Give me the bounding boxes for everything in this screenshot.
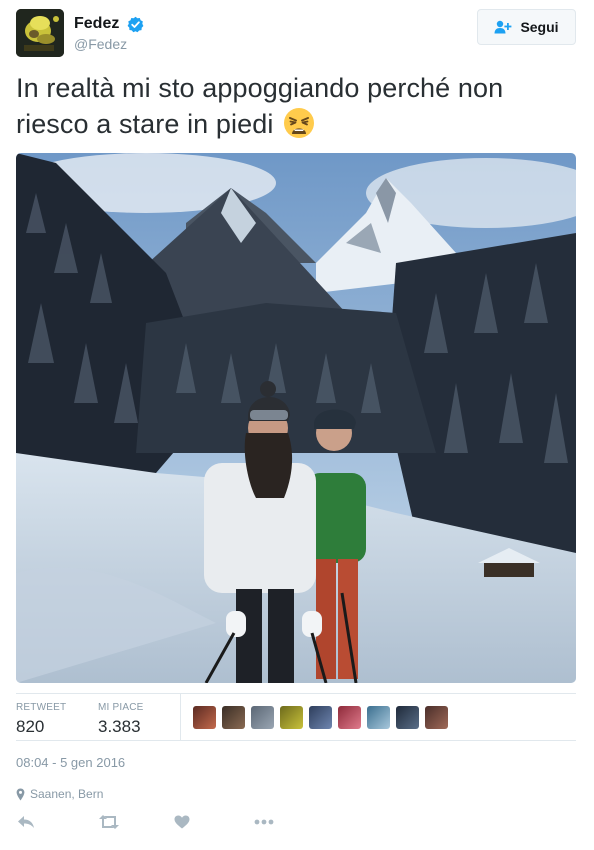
retweet-label: RETWEET: [16, 702, 67, 713]
display-name[interactable]: Fedez: [74, 15, 119, 33]
stats-divider: [180, 694, 181, 740]
reply-icon[interactable]: [16, 815, 36, 829]
tweet-actions: [16, 812, 275, 832]
liker-avatar[interactable]: [251, 706, 274, 729]
follow-button[interactable]: Segui: [477, 9, 576, 45]
tweet-location[interactable]: Saanen, Bern: [16, 787, 103, 801]
tweet-header: Fedez @Fedez Segui: [16, 9, 576, 59]
likes-count: 3.383: [98, 717, 141, 736]
tweet-stats: RETWEET 820 MI PIACE 3.383: [16, 693, 576, 741]
follow-button-label: Segui: [520, 19, 559, 35]
liker-avatar[interactable]: [367, 706, 390, 729]
liker-avatar[interactable]: [425, 706, 448, 729]
more-icon[interactable]: [253, 819, 275, 825]
tweet-timestamp[interactable]: 08:04 - 5 gen 2016: [16, 755, 125, 770]
tweet-text-body: In realtà mi sto appoggiando perché non …: [16, 73, 504, 139]
likes-stat[interactable]: MI PIACE 3.383: [98, 702, 144, 737]
retweet-count: 820: [16, 717, 45, 736]
tweet-text: In realtà mi sto appoggiando perché non …: [16, 70, 576, 142]
author-handle[interactable]: @Fedez: [74, 36, 144, 52]
likers-avatars: [193, 706, 454, 729]
liker-avatar[interactable]: [338, 706, 361, 729]
tweet-photo[interactable]: [16, 153, 576, 683]
liker-avatar[interactable]: [222, 706, 245, 729]
avatar[interactable]: [16, 9, 64, 57]
liker-avatar[interactable]: [193, 706, 216, 729]
add-user-icon: [494, 20, 512, 34]
location-pin-icon: [16, 788, 25, 801]
location-text: Saanen, Bern: [30, 787, 104, 801]
liker-avatar[interactable]: [280, 706, 303, 729]
liker-avatar[interactable]: [396, 706, 419, 729]
likes-label: MI PIACE: [98, 702, 144, 713]
retweet-stat[interactable]: RETWEET 820: [16, 702, 66, 737]
liker-avatar[interactable]: [309, 706, 332, 729]
like-icon[interactable]: [173, 815, 191, 829]
author-names: Fedez @Fedez: [74, 15, 144, 52]
verified-badge-icon: [127, 16, 144, 33]
retweet-icon[interactable]: [97, 815, 121, 829]
weary-face-emoji-icon: [283, 107, 315, 139]
